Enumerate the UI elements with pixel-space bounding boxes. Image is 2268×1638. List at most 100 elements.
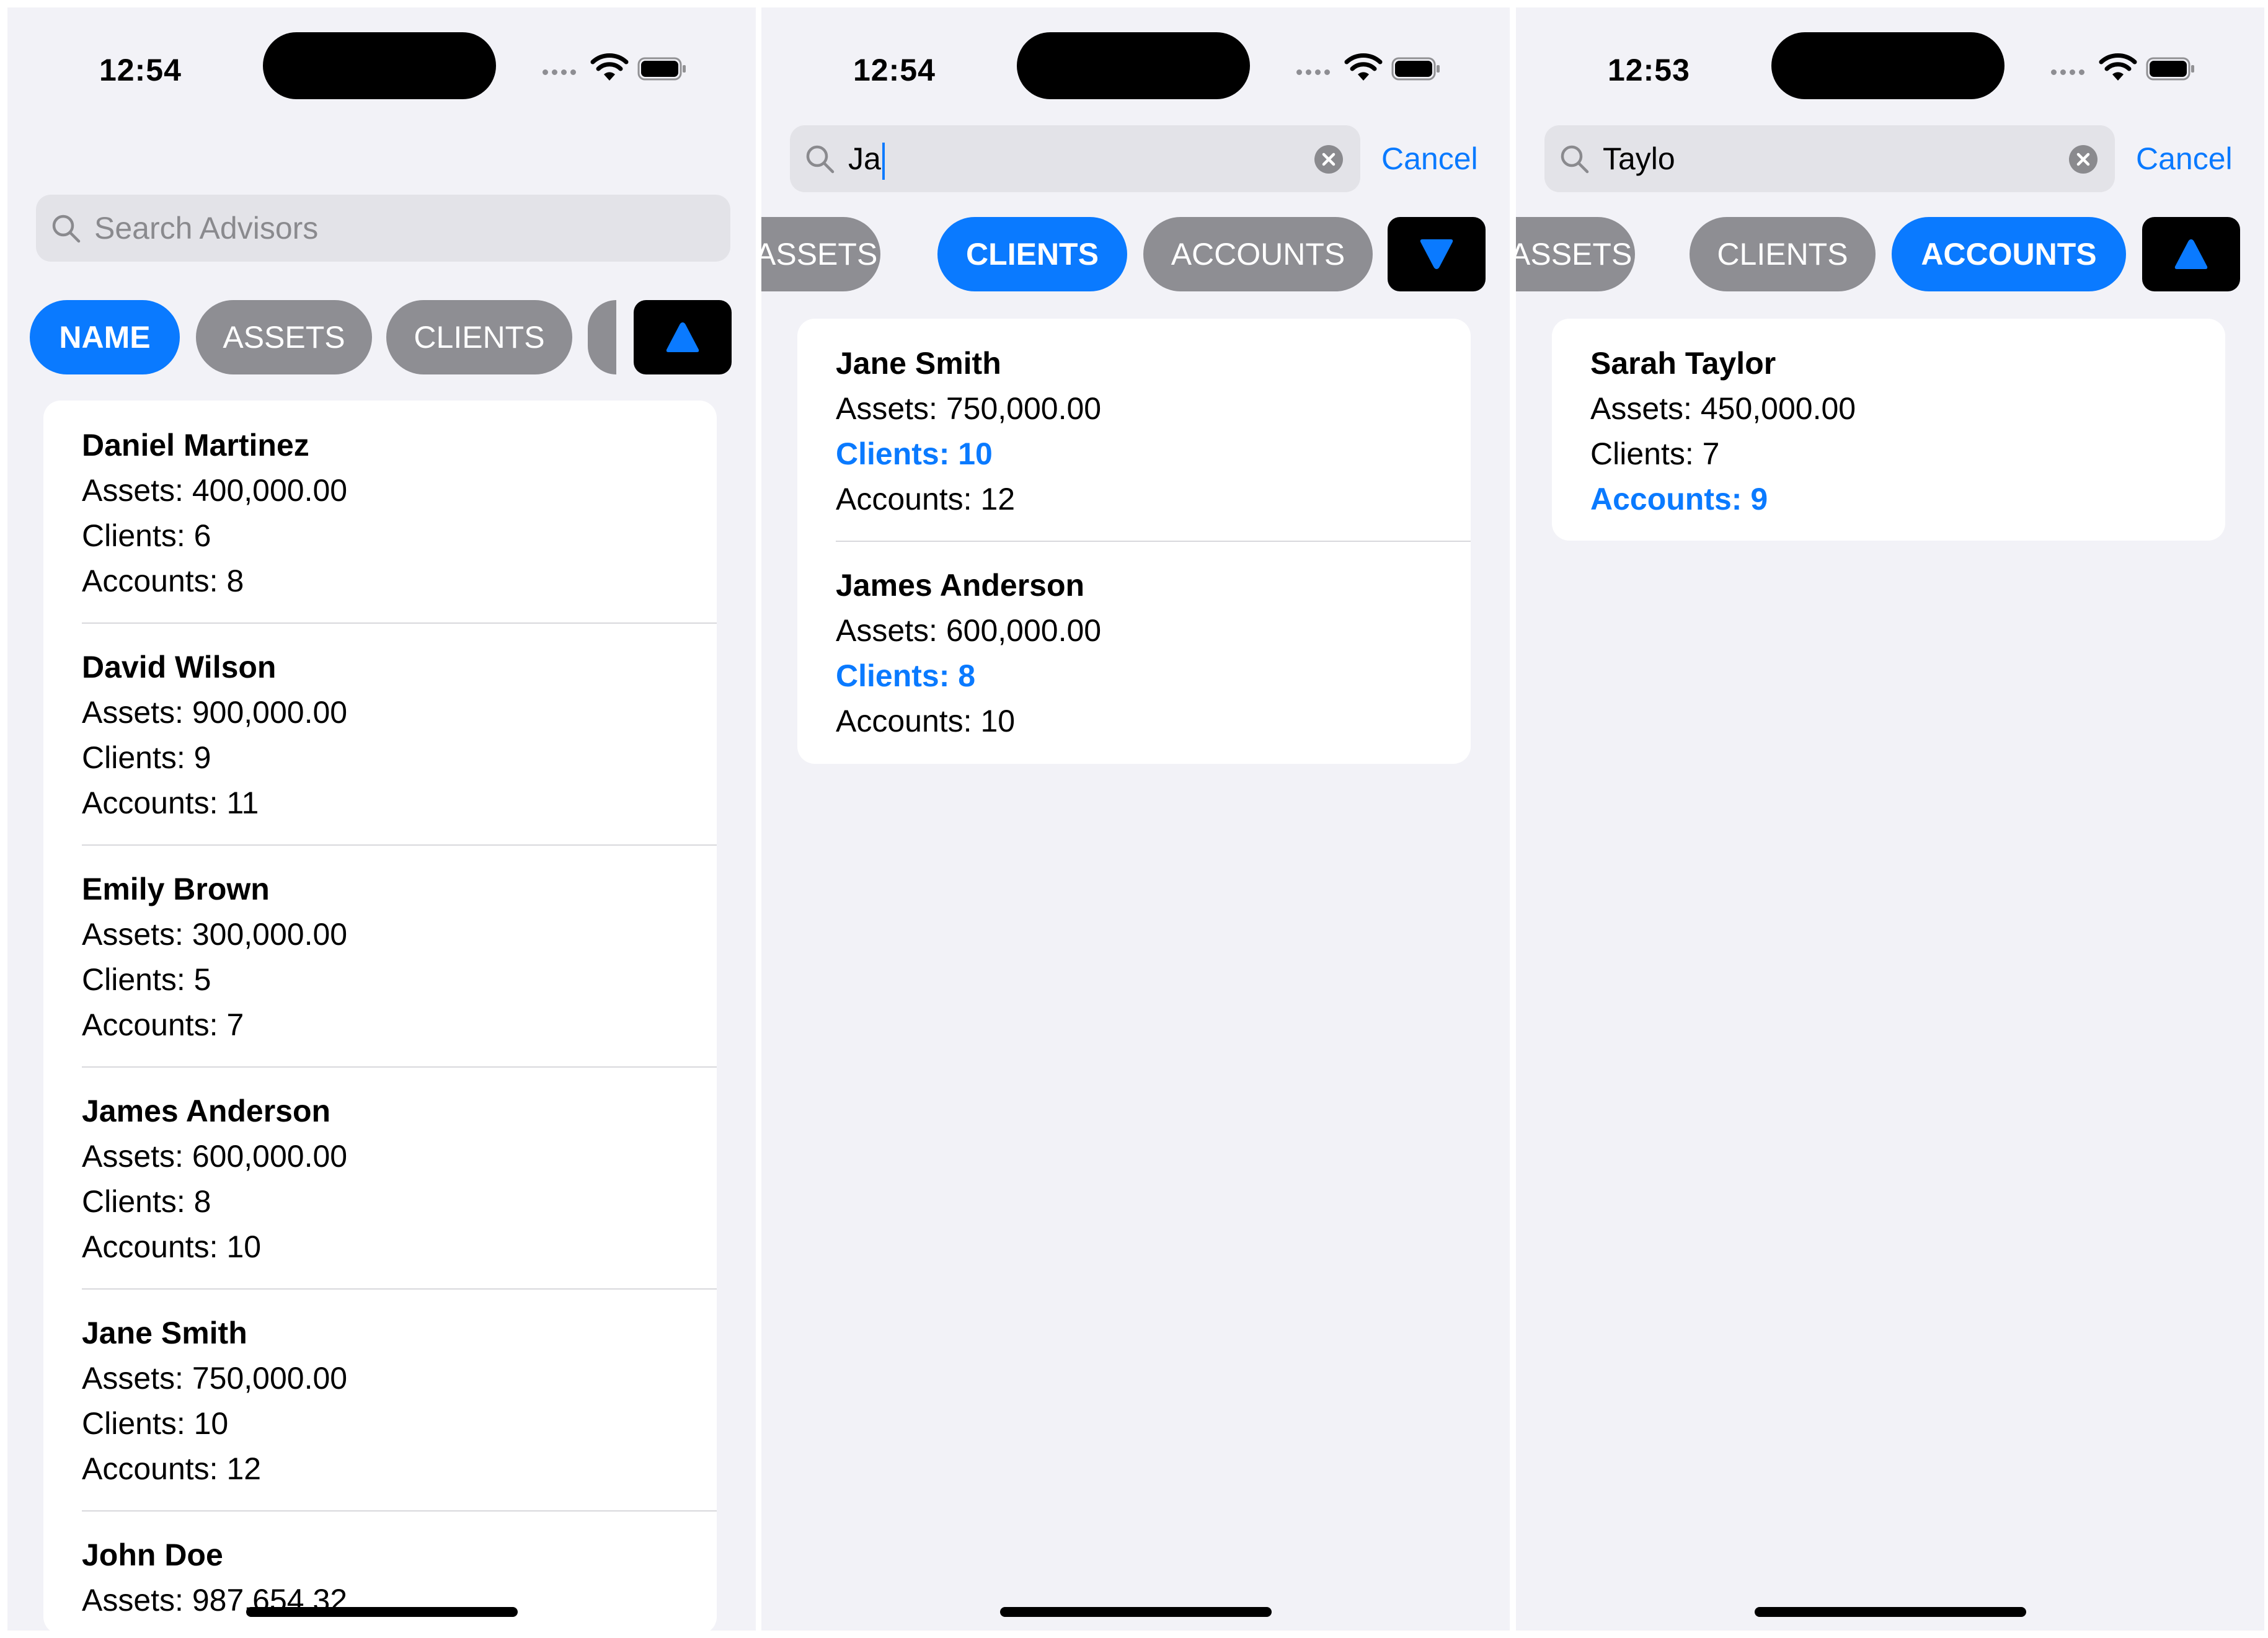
status-time: 12:54 xyxy=(99,53,182,87)
triangle-down-icon xyxy=(1420,239,1453,269)
search-input-value: Ja xyxy=(848,141,881,176)
chip-accounts[interactable]: ACCOUNTS xyxy=(1892,217,2126,291)
chip-clients[interactable]: CLIENTS xyxy=(386,300,572,374)
triangle-up-icon xyxy=(666,322,699,352)
advisor-row[interactable]: James Anderson Assets: 600,000.00 Client… xyxy=(797,541,1471,763)
chip-clients[interactable]: CLIENTS xyxy=(1690,217,1876,291)
advisor-name: Emily Brown xyxy=(82,872,270,906)
advisor-clients: Clients: 5 xyxy=(82,962,211,997)
status-time: 12:53 xyxy=(1608,53,1690,87)
chip-accounts[interactable]: ACCOUNTS xyxy=(1143,217,1373,291)
home-indicator[interactable] xyxy=(1755,1607,2026,1617)
clear-search-icon[interactable] xyxy=(2069,145,2097,174)
cancel-button[interactable]: Cancel xyxy=(1381,125,1478,192)
advisor-name: Jane Smith xyxy=(82,1316,247,1350)
status-bar: 12:53 xyxy=(1516,7,2264,125)
cancel-button[interactable]: Cancel xyxy=(2136,125,2233,192)
advisor-accounts: Accounts: 12 xyxy=(836,482,1016,516)
advisor-assets: Assets: 300,000.00 xyxy=(82,917,348,952)
advisor-assets: Assets: 600,000.00 xyxy=(836,613,1102,648)
advisor-accounts: Accounts: 8 xyxy=(82,564,244,598)
advisor-name: John Doe xyxy=(82,1538,223,1572)
chip-accounts-partial[interactable] xyxy=(588,300,616,374)
advisor-accounts: Accounts: 12 xyxy=(82,1451,262,1486)
advisor-accounts: Accounts: 10 xyxy=(82,1229,262,1264)
search-input[interactable]: Taylo xyxy=(1603,125,1675,192)
advisor-assets: Assets: 900,000.00 xyxy=(82,695,348,730)
advisor-accounts: Accounts: 10 xyxy=(836,704,1016,738)
advisor-assets: Assets: 600,000.00 xyxy=(82,1139,348,1174)
advisor-row[interactable]: Daniel Martinez Assets: 400,000.00 Clien… xyxy=(43,401,717,622)
search-bar[interactable]: Taylo xyxy=(1544,125,2115,192)
chip-clients[interactable]: CLIENTS xyxy=(937,217,1127,291)
screen-search-ja: 12:54 Ja Cancel ASSETS CLIENTS ACCOUNTS xyxy=(761,7,1510,1631)
home-indicator[interactable] xyxy=(1000,1607,1272,1617)
advisor-clients: Clients: 10 xyxy=(836,436,993,471)
dynamic-island xyxy=(1017,32,1250,99)
advisor-name: Jane Smith xyxy=(836,346,1001,381)
wifi-icon xyxy=(1344,53,1383,81)
advisor-assets: Assets: 750,000.00 xyxy=(82,1361,348,1396)
text-cursor xyxy=(882,142,885,180)
sort-chip-bar: NAME ASSETS CLIENTS xyxy=(7,300,756,374)
chip-assets[interactable]: ASSETS xyxy=(1516,217,1635,291)
sort-direction-button[interactable] xyxy=(1388,217,1486,291)
advisor-accounts: Accounts: 11 xyxy=(82,786,259,820)
advisor-name: James Anderson xyxy=(82,1094,331,1128)
advisor-name: James Anderson xyxy=(836,568,1085,603)
advisor-name: David Wilson xyxy=(82,650,277,684)
advisor-row[interactable]: Sarah Taylor Assets: 450,000.00 Clients:… xyxy=(1552,319,2225,541)
advisor-row[interactable]: David Wilson Assets: 900,000.00 Clients:… xyxy=(43,622,717,844)
advisor-accounts: Accounts: 7 xyxy=(82,1007,244,1042)
chip-assets[interactable]: ASSETS xyxy=(196,300,372,374)
advisor-list: Jane Smith Assets: 750,000.00 Clients: 1… xyxy=(797,319,1471,764)
sort-direction-button[interactable] xyxy=(634,300,732,374)
sort-chip-bar: ASSETS CLIENTS ACCOUNTS xyxy=(761,217,1510,291)
advisor-assets: Assets: 750,000.00 xyxy=(836,391,1102,426)
advisor-assets: Assets: 450,000.00 xyxy=(1590,391,1856,426)
advisor-list: Daniel Martinez Assets: 400,000.00 Clien… xyxy=(43,401,717,1631)
advisor-clients: Clients: 8 xyxy=(836,658,976,693)
dynamic-island xyxy=(1771,32,2004,99)
status-bar: 12:54 xyxy=(761,7,1510,125)
search-bar[interactable]: Ja xyxy=(790,125,1360,192)
triangle-up-icon xyxy=(2174,239,2208,269)
chip-assets[interactable]: ASSETS xyxy=(761,217,880,291)
battery-icon xyxy=(2146,57,2194,81)
sort-chip-bar: ASSETS CLIENTS ACCOUNTS xyxy=(1516,217,2264,291)
wifi-icon xyxy=(2099,53,2137,81)
advisor-name: Sarah Taylor xyxy=(1590,346,1776,381)
cellular-signal-icon xyxy=(2051,69,2084,75)
advisor-assets: Assets: 400,000.00 xyxy=(82,473,348,508)
advisor-clients: Clients: 9 xyxy=(82,740,211,775)
search-icon xyxy=(52,215,81,243)
advisor-row[interactable]: James Anderson Assets: 600,000.00 Client… xyxy=(43,1066,717,1288)
advisor-row[interactable]: Jane Smith Assets: 750,000.00 Clients: 1… xyxy=(43,1288,717,1510)
advisor-row[interactable]: Emily Brown Assets: 300,000.00 Clients: … xyxy=(43,844,717,1066)
cellular-signal-icon xyxy=(543,69,576,75)
advisor-accounts: Accounts: 9 xyxy=(1590,482,1768,516)
chip-name[interactable]: NAME xyxy=(30,300,180,374)
search-bar[interactable]: Search Advisors xyxy=(36,195,730,262)
dynamic-island xyxy=(263,32,496,99)
clear-search-icon[interactable] xyxy=(1314,145,1343,174)
screen-search-taylo: 12:53 Taylo Cancel ASSETS CLIENTS ACCOUN… xyxy=(1516,7,2264,1631)
wifi-icon xyxy=(590,53,629,81)
advisor-row[interactable]: Jane Smith Assets: 750,000.00 Clients: 1… xyxy=(797,319,1471,541)
search-icon xyxy=(806,145,835,174)
status-bar: 12:54 xyxy=(7,7,756,125)
search-input[interactable]: Search Advisors xyxy=(94,195,318,262)
advisor-list: Sarah Taylor Assets: 450,000.00 Clients:… xyxy=(1552,319,2225,541)
advisor-clients: Clients: 6 xyxy=(82,518,211,553)
advisor-clients: Clients: 10 xyxy=(82,1406,229,1441)
search-icon xyxy=(1561,145,1589,174)
advisor-clients: Clients: 8 xyxy=(82,1184,211,1219)
cellular-signal-icon xyxy=(1296,69,1330,75)
advisor-name: Daniel Martinez xyxy=(82,428,309,463)
battery-icon xyxy=(1391,57,1440,81)
sort-direction-button[interactable] xyxy=(2142,217,2240,291)
search-input[interactable]: Ja xyxy=(848,125,885,192)
home-indicator[interactable] xyxy=(246,1607,518,1617)
screen-sort-by-name: 12:54 Search Advisors NAME ASSETS CLIENT… xyxy=(7,7,756,1631)
battery-icon xyxy=(637,57,686,81)
